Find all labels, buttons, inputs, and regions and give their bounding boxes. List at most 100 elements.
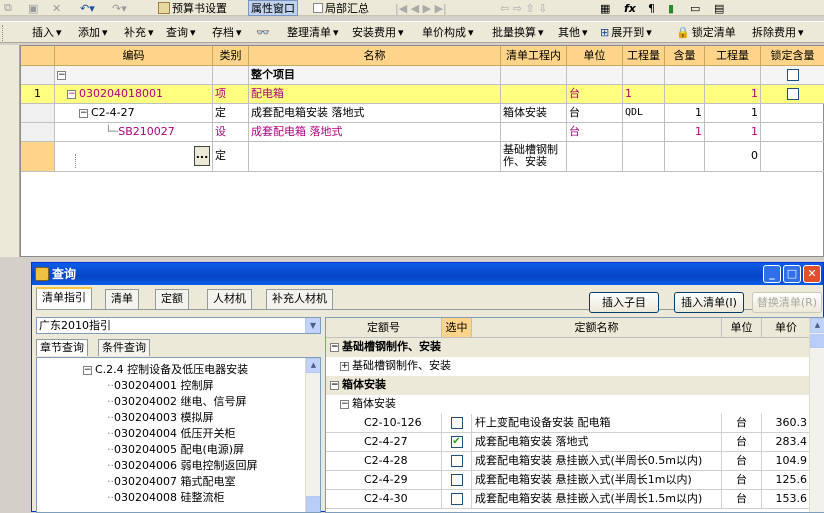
tab-list[interactable]: 清单 — [105, 289, 139, 309]
quota-header-selected[interactable]: 选中 — [442, 318, 472, 338]
expand-to-menu[interactable]: ⊞ 展开到 ▾ — [600, 24, 652, 40]
quota-header-code[interactable]: 定额号 — [326, 318, 442, 338]
formula-icon[interactable]: fx — [624, 0, 636, 16]
list-item[interactable]: ··030204002 继电、信号屏 — [107, 394, 247, 410]
row-name[interactable]: 成套配电箱 落地式 — [249, 123, 501, 142]
row-name[interactable]: 成套配电箱安装 落地式 — [249, 104, 501, 123]
list-item[interactable]: ··030204006 弱电控制返回屏 — [107, 458, 258, 474]
group-child-row[interactable]: + 基础槽钢制作、安装 — [326, 357, 811, 376]
redo-icon[interactable]: ↷▾ — [112, 0, 127, 16]
quota-header-name[interactable]: 定额名称 — [472, 318, 722, 338]
book-icon[interactable]: ▮ — [668, 0, 674, 16]
chevron-down-icon[interactable]: ▼ — [305, 318, 320, 333]
list-item[interactable]: ··030204008 硅整流柜 — [107, 490, 225, 506]
delete-icon[interactable]: ✕ — [52, 0, 61, 16]
tree-section[interactable]: − C.2.4 控制设备及低压电器安装 — [83, 362, 248, 378]
grid-header-type[interactable]: 类别 — [213, 46, 249, 66]
collapse-icon[interactable]: − — [330, 380, 339, 390]
query-menu[interactable]: 查询 ▾ — [166, 24, 196, 40]
other-menu[interactable]: 其他 ▾ — [558, 24, 588, 40]
binoculars-icon[interactable]: 👓 — [256, 24, 270, 40]
budget-settings-button[interactable]: 预算书设置 — [158, 0, 227, 16]
grid-header-qty[interactable]: 工程量 — [705, 46, 761, 66]
scroll-thumb[interactable] — [306, 496, 320, 512]
table-row[interactable]: └─SB210027 设 成套配电箱 落地式 台 1 1 — [21, 123, 824, 142]
table-row[interactable]: C2-4-29 成套配电箱安装 悬挂嵌入式(半周长1m以内) 台 125.6 — [326, 471, 811, 490]
tab-list-guide[interactable]: 清单指引 — [36, 287, 92, 309]
list-item[interactable]: ··030204003 模拟屏 — [107, 410, 214, 426]
table-row[interactable]: C2-4-28 成套配电箱安装 悬挂嵌入式(半周长0.5m以内) 台 104.9 — [326, 452, 811, 471]
select-checkbox[interactable] — [450, 493, 463, 505]
row-name[interactable] — [249, 142, 501, 172]
group-row[interactable]: − 基础槽钢制作、安装 — [326, 338, 811, 357]
collapse-icon[interactable]: − — [79, 108, 88, 118]
insert-child-button[interactable]: 插入子目 — [589, 292, 659, 313]
scroll-up-icon[interactable]: ▲ — [306, 358, 320, 373]
table-row[interactable]: C2-4-30 成套配电箱安装 悬挂嵌入式(半周长1.5m以内) 台 153.6 — [326, 490, 811, 509]
calculator-icon[interactable]: ▦ — [600, 0, 610, 16]
row-name[interactable]: 配电箱 — [249, 85, 501, 104]
copy-icon[interactable]: ⧉ — [4, 0, 12, 16]
table-row[interactable]: ... 定 基础槽钢制作、安装 0 — [21, 142, 824, 172]
table-row[interactable]: 1 −030204018001 项 配电箱 台 1 1 — [21, 85, 824, 104]
grid-header-unit[interactable]: 单位 — [567, 46, 623, 66]
select-checkbox[interactable] — [450, 455, 463, 467]
group-child-row[interactable]: − 箱体安装 — [326, 395, 811, 414]
quota-header-unit[interactable]: 单位 — [722, 318, 762, 338]
check-icon[interactable]: ✔ — [450, 436, 463, 448]
install-fee-menu[interactable]: 安装费用 ▾ — [352, 24, 404, 40]
list-item[interactable]: ··030204001 控制屏 — [107, 378, 214, 394]
tab-chapter-query[interactable]: 章节查询 — [36, 339, 88, 356]
undo-icon[interactable]: ↶▾ — [80, 0, 95, 16]
tree-scrollbar[interactable]: ▲ — [305, 358, 320, 512]
lock-list-button[interactable]: 🔒 锁定清单 — [676, 24, 736, 40]
unit-price-menu[interactable]: 单价构成 ▾ — [422, 24, 474, 40]
grid-header-ratio[interactable]: 含量 — [665, 46, 705, 66]
maximize-button[interactable]: □ — [783, 265, 801, 283]
list-item[interactable]: ··030204005 配电(电源)屏 — [107, 442, 244, 458]
tab-materials[interactable]: 人材机 — [207, 289, 252, 309]
grid-header-content[interactable]: 清单工程内 — [501, 46, 567, 66]
collapse-icon[interactable]: − — [340, 399, 349, 409]
batch-convert-menu[interactable]: 批量换算 ▾ — [492, 24, 544, 40]
split-fee-menu[interactable]: 拆除费用 ▾ — [752, 24, 804, 40]
lock-ratio-checkbox[interactable] — [786, 88, 799, 100]
guide-select[interactable]: 广东2010指引 ▼ — [36, 317, 321, 334]
collapse-icon[interactable]: − — [57, 70, 66, 80]
scroll-thumb[interactable] — [810, 334, 824, 348]
table-row[interactable]: − C2-4-27 定 成套配电箱安装 落地式 箱体安装 台 QDL 1 1 — [21, 104, 824, 123]
row-qty-expr[interactable]: QDL — [623, 104, 665, 123]
insert-menu[interactable]: 插入 ▾ — [32, 24, 62, 40]
add-menu[interactable]: 添加 ▾ — [78, 24, 108, 40]
organize-menu[interactable]: 整理清单 ▾ — [287, 24, 339, 40]
dialog-titlebar[interactable]: 查询 _ □ ✕ — [32, 263, 823, 285]
lock-ratio-checkbox[interactable] — [786, 69, 799, 81]
monitor-icon[interactable]: ▭ — [690, 0, 700, 16]
select-checkbox[interactable] — [450, 417, 463, 429]
partial-summary-checkbox[interactable] — [313, 3, 323, 13]
paragraph-icon[interactable]: ¶ — [648, 0, 655, 16]
move-arrows-icon[interactable]: ⇦ ⇨ ⇧ ⇩ — [500, 0, 547, 16]
close-button[interactable]: ✕ — [803, 265, 821, 283]
insert-list-button[interactable]: 插入清单(I) — [674, 292, 744, 313]
tab-quota[interactable]: 定额 — [155, 289, 189, 309]
table-row[interactable]: − 整个项目 — [21, 66, 824, 85]
collapse-icon[interactable]: − — [67, 89, 76, 99]
collapse-icon[interactable]: − — [330, 342, 339, 352]
grid-header-name[interactable]: 名称 — [249, 46, 501, 66]
select-checkbox[interactable] — [450, 474, 463, 486]
list-item[interactable]: ··030204007 箱式配电室 — [107, 474, 236, 490]
expand-icon[interactable]: + — [340, 361, 349, 371]
document-icon[interactable]: ▤ — [714, 0, 724, 16]
replace-list-button[interactable]: 替换清单(R) — [752, 292, 822, 313]
archive-menu[interactable]: 存档 ▾ — [212, 24, 242, 40]
grid-header-code[interactable]: 编码 — [55, 46, 213, 66]
list-item[interactable]: ··030204004 低压开关柜 — [107, 426, 236, 442]
scroll-up-icon[interactable]: ▲ — [810, 318, 824, 333]
partial-summary-toggle[interactable]: 局部汇总 — [313, 0, 369, 16]
table-row[interactable]: C2-4-27 ✔ 成套配电箱安装 落地式 台 283.4 — [326, 433, 811, 452]
tab-condition-query[interactable]: 条件查询 — [98, 339, 150, 356]
grid-header-lock-ratio[interactable]: 锁定含量 — [761, 46, 824, 66]
ellipsis-button[interactable]: ... — [194, 146, 210, 166]
paste-icon[interactable]: ▣ — [28, 0, 38, 16]
